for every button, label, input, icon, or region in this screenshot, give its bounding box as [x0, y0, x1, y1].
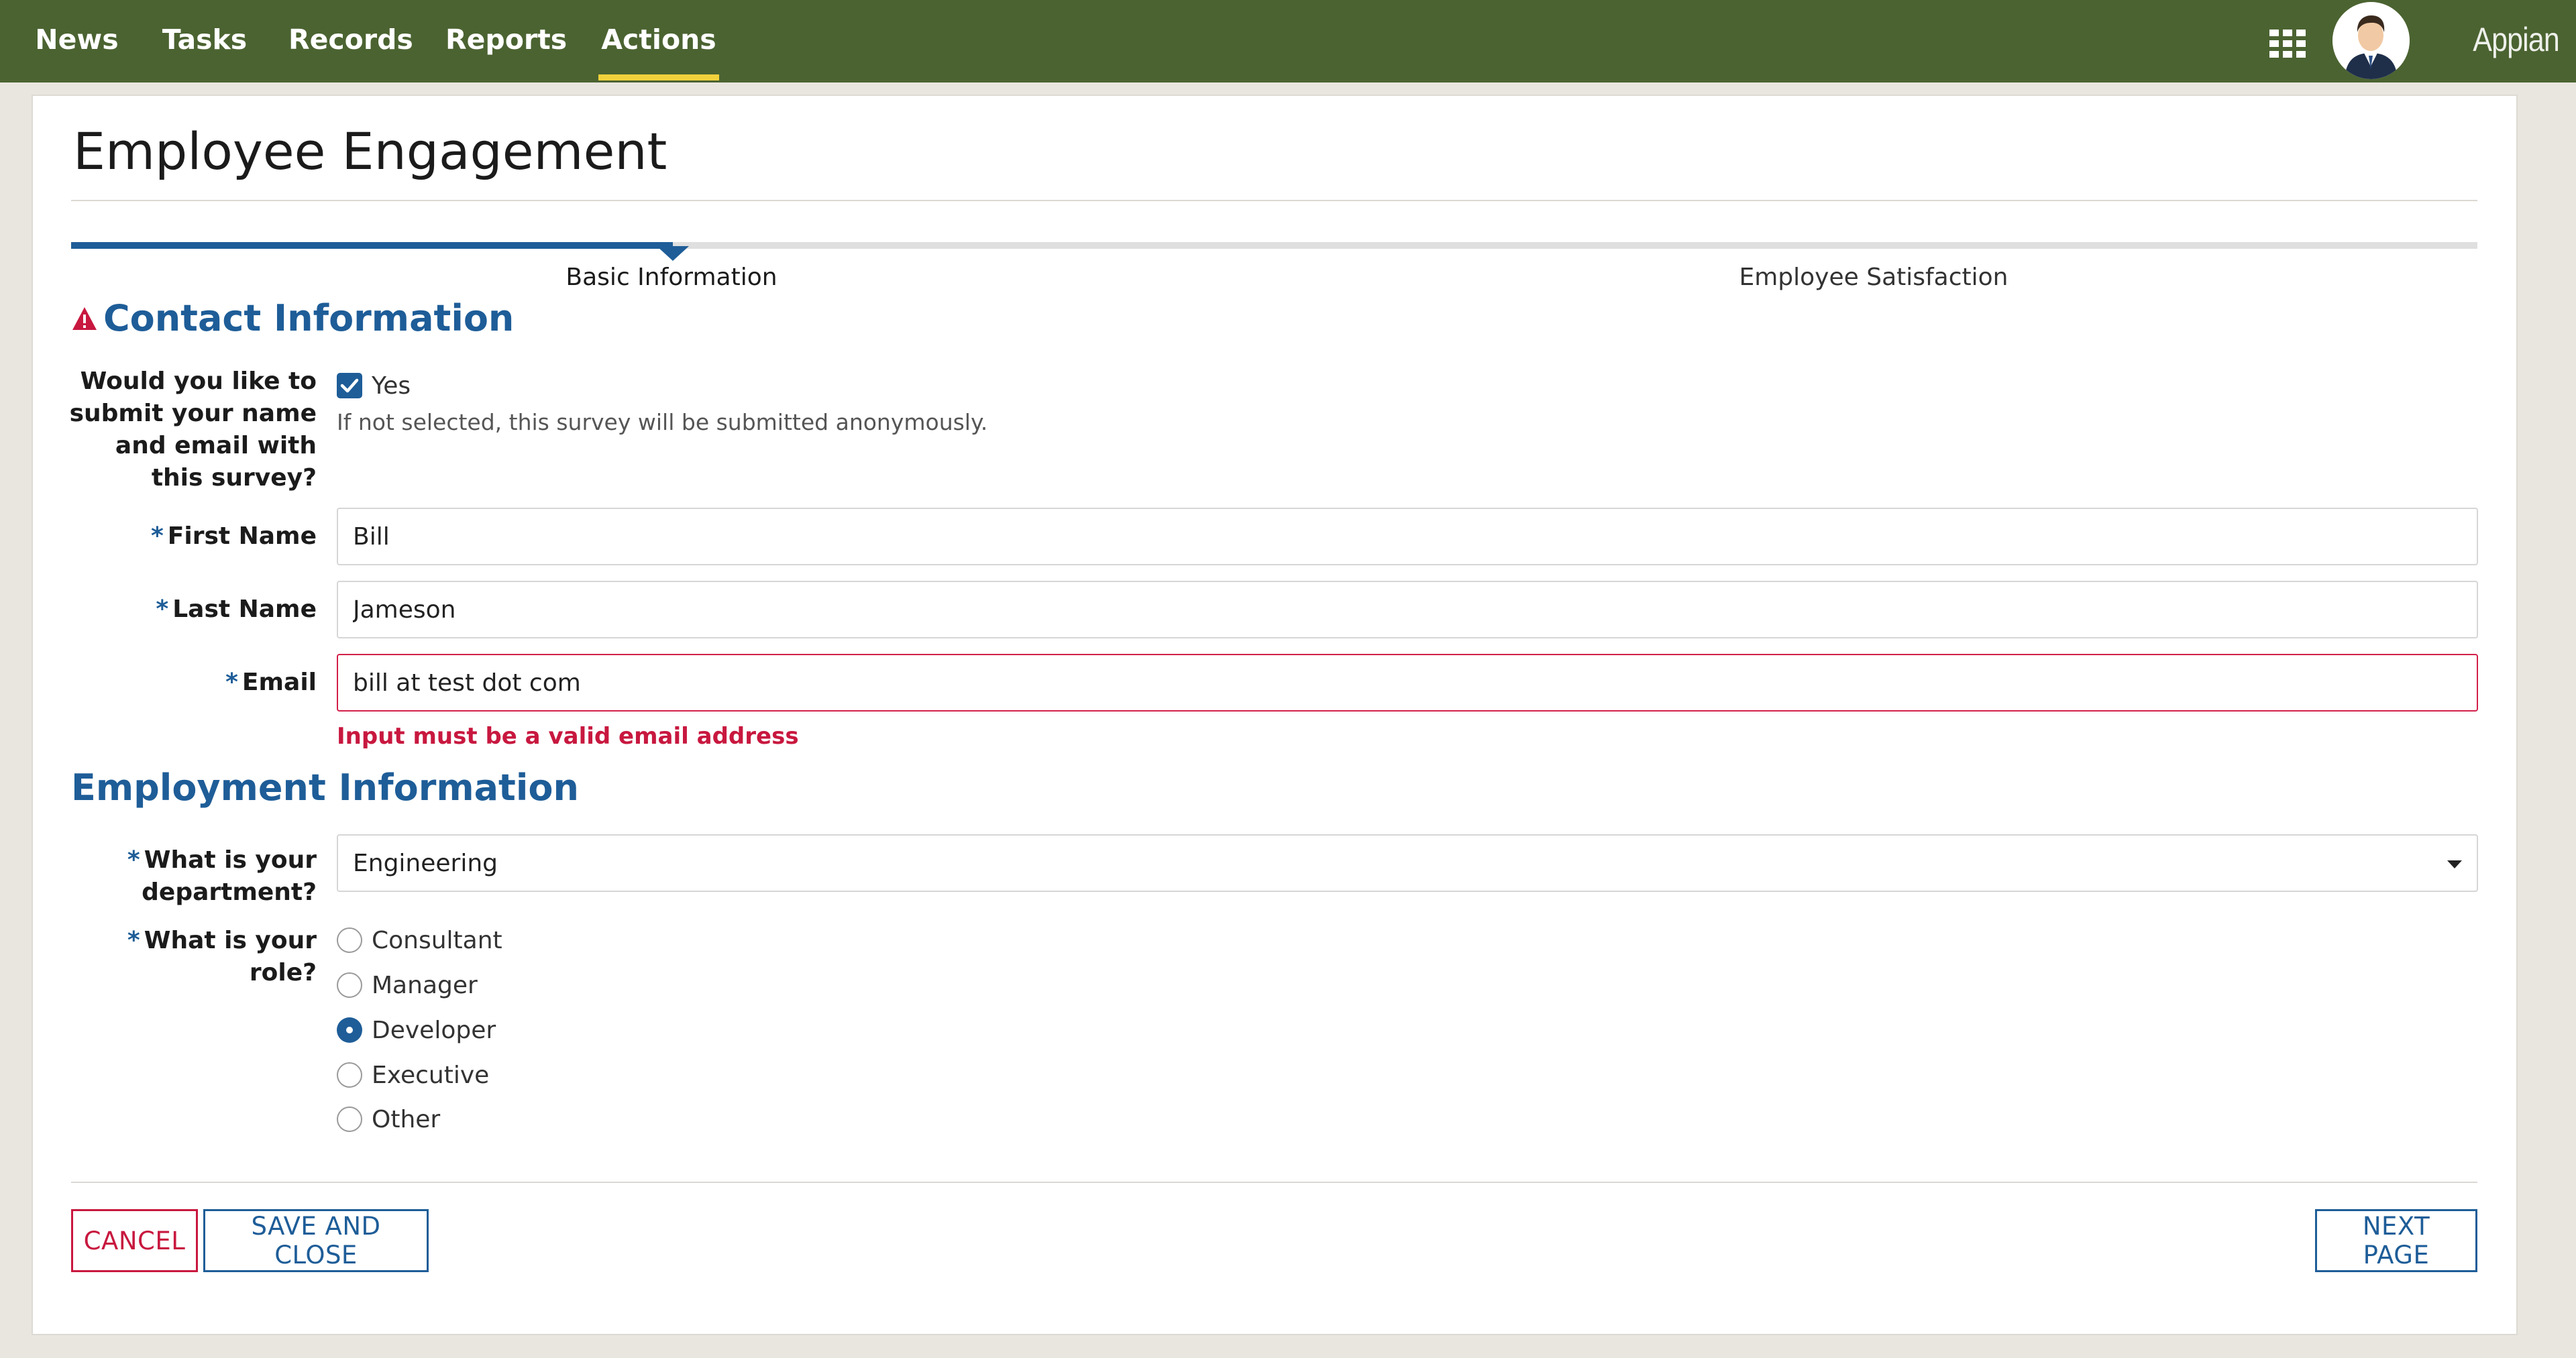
role-option-developer[interactable]: Developer — [337, 1013, 496, 1048]
first-name-input[interactable] — [337, 508, 2478, 565]
user-avatar[interactable] — [2332, 2, 2410, 79]
required-marker: * — [127, 846, 140, 874]
nav-item-reports[interactable]: Reports — [445, 0, 567, 82]
nav-item-records[interactable]: Records — [288, 0, 413, 82]
user-avatar-icon — [2332, 2, 2410, 79]
radio-button[interactable] — [337, 927, 362, 953]
role-option-label: Developer — [372, 1016, 496, 1044]
employment-information-heading: Employment Information — [71, 767, 579, 809]
wizard-step-basic-information: Basic Information — [566, 264, 777, 291]
role-label: * What is your role? — [62, 925, 317, 989]
buttons-divider — [71, 1182, 2477, 1183]
role-option-label: Manager — [372, 971, 478, 999]
department-selected-value: Engineering — [353, 849, 498, 877]
email-error-message: Input must be a valid email address — [337, 723, 799, 750]
top-nav-bar: News Tasks Records Reports Actions Appia… — [0, 0, 2576, 82]
department-label-text: What is your department? — [142, 846, 317, 906]
role-option-label: Executive — [372, 1061, 490, 1089]
submit-identity-help-text: If not selected, this survey will be sub… — [337, 409, 988, 435]
save-and-close-button[interactable]: SAVE AND CLOSE — [203, 1209, 429, 1272]
submit-identity-checkbox-row[interactable]: Yes — [337, 370, 411, 402]
email-input[interactable] — [337, 654, 2478, 712]
required-marker: * — [127, 927, 140, 954]
nav-item-tasks[interactable]: Tasks — [158, 0, 252, 82]
last-name-label: * Last Name — [62, 593, 317, 626]
grid-icon[interactable] — [2269, 30, 2306, 58]
required-marker: * — [225, 669, 238, 696]
chevron-down-icon[interactable] — [2447, 860, 2462, 868]
cancel-button[interactable]: CANCEL — [71, 1209, 198, 1272]
wizard-progress-pointer — [657, 246, 689, 261]
last-name-label-text: Last Name — [172, 596, 317, 623]
role-option-label: Consultant — [372, 926, 502, 954]
submit-identity-checkbox[interactable] — [337, 373, 362, 398]
nav-item-actions[interactable]: Actions — [598, 0, 719, 82]
checkmark-icon — [340, 378, 359, 393]
first-name-label: * First Name — [62, 520, 317, 553]
required-marker: * — [150, 522, 164, 550]
form-card: Employee Engagement Basic Information Em… — [32, 95, 2518, 1335]
page-gutter — [2563, 82, 2576, 1358]
radio-button[interactable] — [337, 1062, 362, 1088]
email-label-text: Email — [241, 669, 317, 696]
radio-button-selected[interactable] — [337, 1017, 362, 1043]
warning-triangle-icon — [72, 307, 97, 330]
email-label: * Email — [62, 667, 317, 699]
role-option-manager[interactable]: Manager — [337, 968, 478, 1003]
required-marker: * — [156, 596, 169, 623]
next-page-button[interactable]: NEXT PAGE — [2315, 1209, 2477, 1272]
first-name-label-text: First Name — [167, 522, 317, 550]
wizard-step-employee-satisfaction: Employee Satisfaction — [1739, 264, 2008, 291]
wizard-progress-fill — [71, 242, 673, 249]
role-option-other[interactable]: Other — [337, 1102, 440, 1137]
radio-button[interactable] — [337, 972, 362, 998]
contact-information-heading: Contact Information — [71, 297, 514, 339]
last-name-input[interactable] — [337, 581, 2478, 638]
department-label: * What is your department? — [62, 844, 317, 909]
submit-identity-option-label: Yes — [372, 372, 411, 400]
role-option-label: Other — [372, 1105, 441, 1133]
appian-logo: Appian — [2473, 21, 2560, 58]
contact-information-heading-text: Contact Information — [103, 297, 515, 339]
role-label-text: What is your role? — [144, 927, 317, 986]
radio-button[interactable] — [337, 1107, 362, 1132]
submit-identity-label: Would you like to submit your name and e… — [69, 367, 317, 492]
page-title: Employee Engagement — [73, 121, 667, 181]
nav-item-news[interactable]: News — [32, 0, 122, 82]
wizard-progress-bar — [71, 242, 2477, 249]
department-select[interactable]: Engineering — [337, 834, 2478, 892]
title-divider — [71, 200, 2477, 201]
role-option-consultant[interactable]: Consultant — [337, 923, 502, 958]
role-option-executive[interactable]: Executive — [337, 1058, 489, 1092]
